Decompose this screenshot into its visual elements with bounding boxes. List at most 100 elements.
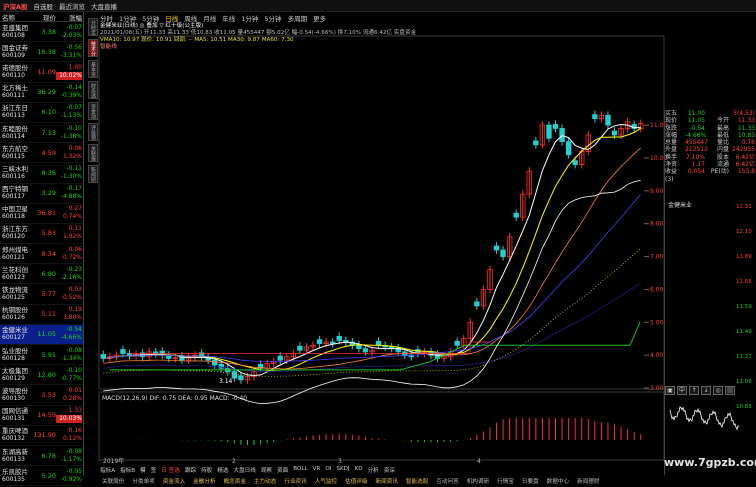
stock-row[interactable]: 三峡水利 600116 8.36 -0.11 -1.30%	[0, 163, 83, 184]
indicator-tab[interactable]: BOLL	[293, 466, 307, 474]
indicator-tab[interactable]: 分析	[368, 466, 379, 474]
stock-row[interactable]: 乐凯胶片 600135 5.20 -0.05 -0.92%	[0, 466, 83, 487]
side-tab[interactable]: 评级预测	[88, 123, 98, 141]
side-tab[interactable]: 基本资料	[88, 60, 98, 78]
stock-row[interactable]: 波导股份 600130 3.53 0.01 0.28%	[0, 385, 83, 406]
stock-row[interactable]: 中国卫星 600118 36.81 0.27 0.74%	[0, 204, 83, 224]
mini-chart-button[interactable]: 中	[677, 386, 687, 395]
bottom-tab[interactable]: 行情宝	[495, 477, 516, 485]
indicator-tab[interactable]: 大盘日线	[233, 466, 255, 474]
menu-item-live[interactable]: 大盘直播	[91, 1, 117, 11]
quote-value: 11.33	[737, 117, 755, 125]
period-tab[interactable]: 1分钟	[119, 13, 136, 23]
indicator-tab[interactable]: VR	[313, 466, 321, 474]
bottom-tab[interactable]: 机构调研	[465, 477, 491, 485]
indicator-tab[interactable]: 资深	[384, 466, 395, 474]
side-tab[interactable]: 新闻研报	[88, 165, 98, 183]
bottom-tab[interactable]: 智能选股	[404, 477, 430, 485]
side-tab[interactable]: 关联报价	[88, 144, 98, 162]
bottom-tab[interactable]: 新闻资讯	[374, 477, 400, 485]
bottom-tab[interactable]: 互动问答	[434, 477, 460, 485]
stock-row[interactable]: 杭钢股份 600126 5.11 0.19 3.80%	[0, 305, 83, 325]
stock-row[interactable]: 东湖高新 600133 6.78 -0.08 -1.17%	[0, 446, 83, 467]
period-tab[interactable]: 多周期	[288, 13, 308, 23]
stock-row[interactable]: 东方航空 600115 4.59 0.06 1.32%	[0, 143, 83, 164]
bottom-tab[interactable]: 数据中心	[545, 477, 571, 485]
stock-row[interactable]: 浙江东日 600113 6.10 -0.07 -1.13%	[0, 103, 83, 123]
mini-chart-button[interactable]: ↑	[689, 386, 699, 395]
stock-row[interactable]: 太极集团 600129 12.80 -0.10 -0.77%	[0, 365, 83, 386]
indicator-tab[interactable]: OI	[325, 466, 331, 474]
side-tab[interactable]: 分时走势	[88, 18, 98, 36]
period-tab[interactable]: 5分钟	[142, 13, 159, 23]
mini-chart-button[interactable]: ◎	[713, 386, 723, 395]
bottom-tab[interactable]: 概念资金	[222, 477, 248, 485]
mini-chart-button[interactable]: ↓	[701, 386, 711, 395]
stock-row[interactable]: 兰花科创 600123 6.80 -0.23 -2.16%	[0, 264, 83, 285]
side-tab[interactable]: 资金动向	[88, 102, 98, 120]
stock-row[interactable]: 弘业股份 600128 5.91 -0.08 -1.34%	[0, 345, 83, 366]
stock-name-cell: 东湖高新 600133	[0, 448, 30, 464]
indicator-tab[interactable]: 签	[151, 466, 157, 474]
header-name[interactable]: 名称	[0, 12, 30, 22]
stock-row[interactable]: 西宁特钢 600117 3.29 -0.17 -4.88%	[0, 184, 83, 204]
stock-row[interactable]: 国金证券 600109 16.38 -0.56 -3.31%	[0, 42, 83, 63]
bottom-tab[interactable]: 分类单项	[130, 477, 156, 485]
header-change[interactable]: 涨幅	[56, 12, 82, 22]
indicator-tab[interactable]: 模	[140, 466, 146, 474]
indicator-tab[interactable]: SKDJ	[336, 466, 349, 474]
side-tab[interactable]: 财务透视	[88, 81, 98, 99]
bottom-tab[interactable]: 金融分析	[191, 477, 217, 485]
header-price[interactable]: 现价	[30, 12, 56, 22]
side-tab[interactable]: 技术分析	[88, 39, 98, 57]
quote-label: 收益(3)	[665, 168, 678, 183]
indicator-tab[interactable]: 持股	[201, 466, 212, 474]
stock-change-cell: -0.54 -4.66%	[56, 326, 82, 342]
indicator-tab[interactable]: 跟踪	[185, 466, 196, 474]
stock-row[interactable]: 东睦股份 600114 7.13 -0.10 -1.38%	[0, 123, 83, 144]
candle-body	[231, 371, 238, 379]
bottom-tab[interactable]: 行业资讯	[282, 477, 308, 485]
stock-row[interactable]: 重庆啤酒 600132 131.90 0.16 0.12%	[0, 426, 83, 446]
stock-name: 金健米业	[2, 326, 28, 335]
indicator-tab[interactable]: 精选	[217, 466, 228, 474]
indicator-tab[interactable]: 指标A	[100, 466, 115, 474]
stock-code: 600116	[2, 172, 25, 180]
stock-name-cell: 东方航空 600115	[0, 145, 30, 161]
stock-row[interactable]: 国网信通 600131 14.59 1.33 10.03%	[0, 406, 83, 426]
period-tab[interactable]: 5分钟	[264, 13, 281, 23]
stock-row[interactable]: 铁龙物流 600125 5.77 0.03 0.52%	[0, 284, 83, 305]
period-tab[interactable]: 更多	[313, 13, 326, 23]
period-tab[interactable]: 年线	[222, 13, 235, 23]
indicator-tab[interactable]: 指标B	[120, 466, 135, 474]
indicator-tab[interactable]: KD	[355, 466, 363, 474]
mini-chart-button[interactable]: ▣	[665, 386, 675, 395]
bottom-tab[interactable]: 主力动态	[252, 477, 278, 485]
stock-row[interactable]: 北方稀土 600111 36.29 -0.14 -0.39%	[0, 83, 83, 103]
indicator-tab[interactable]: 日 签选	[161, 466, 180, 474]
bottom-tab[interactable]: 新闻理财	[575, 477, 601, 485]
indicator-tab[interactable]: 观察	[261, 466, 272, 474]
bottom-tab[interactable]: 日要盘	[520, 477, 541, 485]
mini-chart-button[interactable]: |||	[725, 386, 735, 395]
bottom-tab[interactable]: 估值评级	[343, 477, 369, 485]
bottom-tab[interactable]: 资金流入	[161, 477, 187, 485]
price-axis-label: 4.00	[650, 352, 664, 359]
stock-row[interactable]: 浙江东方 600120 5.83 0.11 1.92%	[0, 224, 83, 245]
period-tab[interactable]: 周线	[184, 13, 197, 23]
period-tab[interactable]: 分时	[100, 13, 113, 23]
period-tab[interactable]: 月线	[203, 13, 216, 23]
period-tab[interactable]: 1分钟	[241, 13, 258, 23]
indicator-tab[interactable]: 资面	[277, 466, 288, 474]
stock-price: 131.90	[33, 431, 56, 440]
menu-item-recent[interactable]: 最近浏览	[59, 1, 85, 11]
period-tab[interactable]: 日线	[165, 13, 178, 23]
stock-row[interactable]: 郑州煤电 600121 8.34 0.06 0.72%	[0, 244, 83, 265]
bottom-tab[interactable]: 人气监控	[313, 477, 339, 485]
bottom-tab[interactable]: 关联股份	[100, 477, 126, 485]
stock-row[interactable]: 亚盛集团 600108 3.38 -0.07 -2.03%	[0, 22, 83, 43]
market-logo[interactable]: 沪深A股	[3, 1, 28, 11]
stock-row[interactable]: 诺德股份 600110 11.09 1.00 10.02%	[0, 62, 83, 83]
stock-row[interactable]: 金健米业 600127 11.05 -0.54 -4.66%	[0, 324, 83, 345]
menu-item-watchlist[interactable]: 自选股	[34, 1, 54, 11]
